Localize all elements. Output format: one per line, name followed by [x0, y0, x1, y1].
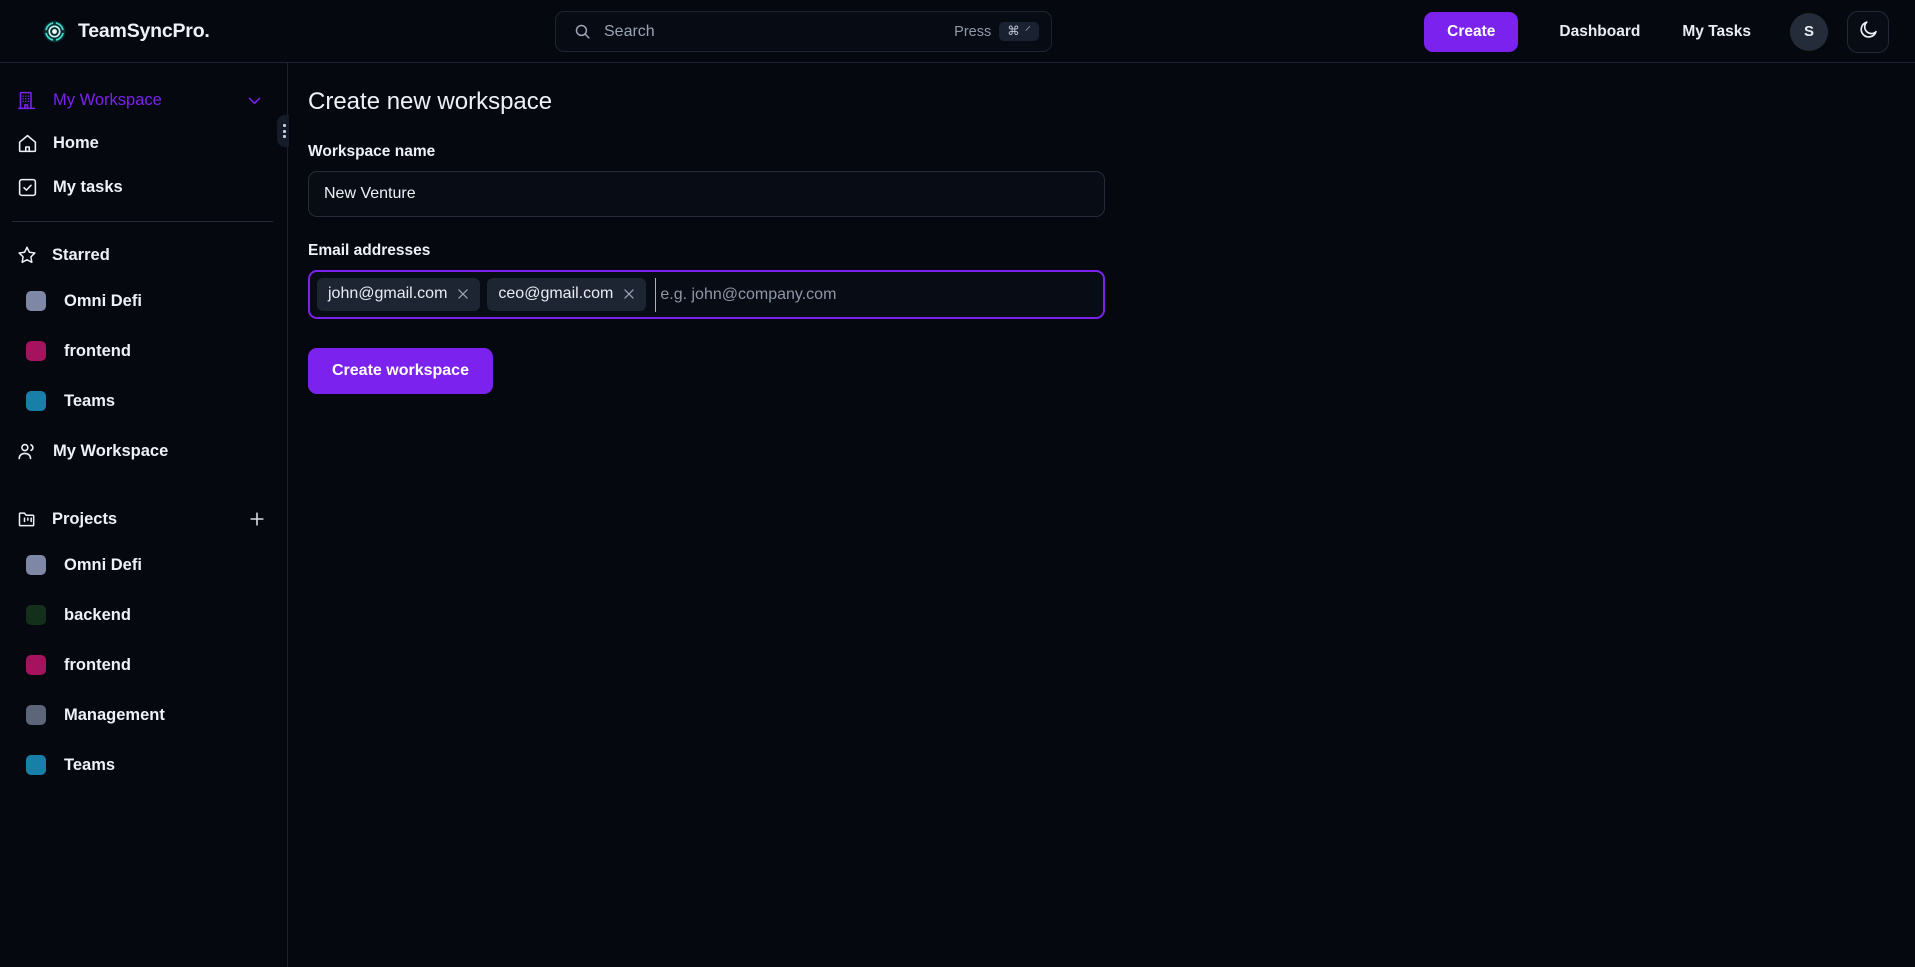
avatar[interactable]: S	[1790, 12, 1828, 51]
search-placeholder: Search	[604, 22, 655, 40]
nav-my-tasks[interactable]: My Tasks	[1661, 23, 1772, 41]
search-shortcut-label: Press	[954, 23, 992, 40]
color-swatch	[26, 755, 46, 775]
sidebar-item-home[interactable]: Home	[0, 121, 287, 165]
kbd-key: ⸍	[1024, 23, 1031, 38]
email-chip: ceo@gmail.com	[487, 278, 647, 311]
create-workspace-button[interactable]: Create workspace	[308, 348, 493, 394]
app-header: TeamSyncPro. Search Press ⌘ ⸍ Create Das…	[0, 0, 1915, 63]
building-icon	[17, 90, 38, 111]
workspace-name-label: Workspace name	[308, 143, 436, 160]
starred-item-my-workspace[interactable]: My Workspace	[0, 426, 287, 476]
project-item-frontend[interactable]: frontend	[0, 640, 287, 690]
chevron-down-icon	[246, 92, 263, 109]
color-swatch	[26, 391, 46, 411]
email-chip-label: john@gmail.com	[328, 285, 448, 302]
page-title: Create new workspace	[308, 88, 553, 115]
email-input[interactable]	[655, 277, 1096, 312]
sidebar-section-projects-label: Projects	[52, 509, 118, 528]
color-swatch	[26, 555, 46, 575]
project-item-label: Omni Defi	[64, 555, 142, 574]
workspace-switcher[interactable]: My Workspace	[0, 79, 287, 121]
nav-dashboard[interactable]: Dashboard	[1538, 23, 1661, 41]
color-swatch	[26, 341, 46, 361]
email-addresses-field[interactable]: john@gmail.com ceo@gmail.com	[308, 270, 1105, 319]
sidebar-section-starred-label: Starred	[52, 245, 110, 264]
color-swatch	[26, 655, 46, 675]
email-chip: john@gmail.com	[317, 278, 481, 311]
email-chip-label: ceo@gmail.com	[498, 285, 614, 302]
close-icon[interactable]	[622, 287, 636, 301]
close-icon[interactable]	[456, 287, 470, 301]
sidebar-divider	[12, 221, 273, 222]
header-actions: Create Dashboard My Tasks S	[1424, 0, 1889, 63]
color-swatch	[26, 705, 46, 725]
search-icon	[574, 23, 591, 40]
workspace-name-input[interactable]	[308, 171, 1105, 217]
project-item-label: Teams	[64, 755, 116, 774]
starred-item-omni-defi[interactable]: Omni Defi	[0, 276, 287, 326]
project-item-teams[interactable]: Teams	[0, 740, 287, 790]
sidebar-section-projects[interactable]: Projects	[0, 498, 287, 540]
project-item-label: frontend	[64, 655, 131, 674]
project-item-backend[interactable]: backend	[0, 590, 287, 640]
email-addresses-label: Email addresses	[308, 242, 431, 259]
color-swatch	[26, 291, 46, 311]
main-content: Create new workspace Workspace name Emai…	[289, 63, 1915, 967]
check-square-icon	[17, 177, 38, 198]
teamsync-pinwheel-logo-icon	[42, 19, 67, 44]
sidebar-item-my-tasks[interactable]: My tasks	[0, 165, 287, 209]
folder-kanban-icon	[17, 509, 37, 529]
kbd-cmd: ⌘	[1007, 23, 1020, 38]
sidebar-item-home-label: Home	[53, 133, 99, 152]
home-icon	[17, 133, 38, 154]
project-item-management[interactable]: Management	[0, 690, 287, 740]
sidebar-section-starred[interactable]: Starred	[0, 234, 287, 276]
users-icon	[17, 441, 38, 462]
search-shortcut-keys: ⌘ ⸍	[999, 21, 1039, 42]
workspace-switcher-label: My Workspace	[53, 90, 162, 109]
theme-toggle-button[interactable]	[1847, 10, 1889, 53]
star-icon	[17, 245, 37, 265]
sidebar: My Workspace Home My tasks Starred Omni …	[0, 63, 298, 967]
project-item-omni-defi[interactable]: Omni Defi	[0, 540, 287, 590]
color-swatch	[26, 605, 46, 625]
starred-item-my-workspace-label: My Workspace	[53, 441, 169, 460]
project-item-label: Management	[64, 705, 165, 724]
starred-item-label: Teams	[64, 391, 116, 410]
starred-item-label: frontend	[64, 341, 131, 360]
project-item-label: backend	[64, 605, 131, 624]
brand[interactable]: TeamSyncPro.	[42, 19, 210, 44]
brand-name: TeamSyncPro.	[78, 19, 210, 42]
search-bar[interactable]: Search Press ⌘ ⸍	[555, 11, 1052, 52]
add-project-button[interactable]	[247, 509, 267, 529]
sidebar-item-my-tasks-label: My tasks	[53, 177, 123, 196]
starred-item-label: Omni Defi	[64, 291, 142, 310]
starred-item-teams[interactable]: Teams	[0, 376, 287, 426]
create-button[interactable]: Create	[1424, 11, 1519, 52]
starred-item-frontend[interactable]: frontend	[0, 326, 287, 376]
moon-icon	[1858, 19, 1879, 45]
